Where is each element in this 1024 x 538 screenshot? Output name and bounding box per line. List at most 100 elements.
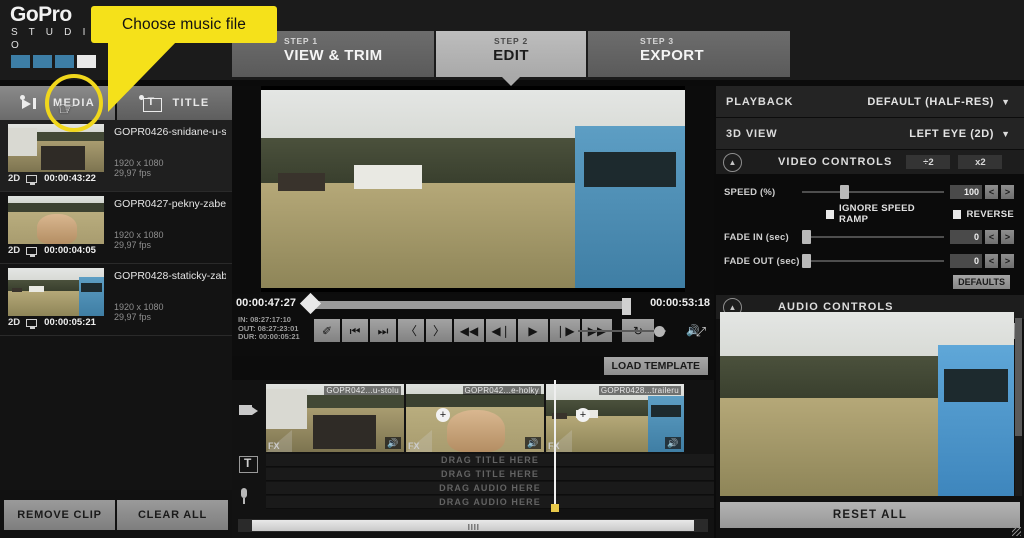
fade-in-slider[interactable]	[802, 230, 944, 244]
fade-out-label: FADE OUT (sec)	[724, 255, 800, 267]
collapse-icon[interactable]: ▲	[723, 153, 742, 172]
playhead-handle[interactable]	[299, 292, 322, 315]
clip-audio-icon[interactable]: 🔊	[525, 437, 541, 449]
video-controls-header[interactable]: ▲ VIDEO CONTROLS ÷2 x2	[716, 150, 1024, 174]
clip-transition-handle[interactable]: +	[576, 408, 590, 422]
timeline-clip[interactable]: GOPR042...u-stolu FX 🔊	[266, 384, 404, 452]
fade-in-slider-knob[interactable]	[802, 230, 811, 244]
reverse-checkbox[interactable]	[953, 209, 962, 219]
scrubber-end-handle[interactable]	[622, 298, 631, 315]
speed-checkbox-row: IGNORE SPEED RAMP REVERSE	[724, 203, 1014, 225]
timeline-horizontal-scrollbar[interactable]	[238, 519, 708, 532]
fade-in-decrement-button[interactable]: <	[985, 230, 998, 244]
step-back-button[interactable]: ◀❘	[486, 319, 516, 342]
fade-in-label: FADE IN (sec)	[724, 231, 789, 243]
volume-knob[interactable]	[654, 326, 665, 337]
fx-badge[interactable]: FX	[408, 441, 420, 451]
fade-out-slider-knob[interactable]	[802, 254, 811, 268]
timeline-clip-selected[interactable]: GOPR0428...traileru FX 🔊	[546, 384, 684, 452]
step-export[interactable]: STEP 3 EXPORT	[588, 31, 790, 77]
go-to-out-button[interactable]: ⏭	[370, 319, 396, 342]
callout-tail	[108, 40, 178, 112]
ignore-speed-ramp-checkbox[interactable]	[826, 209, 835, 219]
set-out-button[interactable]: 〉	[426, 319, 452, 342]
scrollbar-thumb[interactable]	[1015, 318, 1022, 436]
timeline-clip[interactable]: GOPR042...e-holky FX 🔊	[406, 384, 544, 452]
logo-square-1	[11, 55, 30, 68]
fade-in-increment-button[interactable]: >	[1001, 230, 1014, 244]
speed-slider[interactable]	[802, 185, 944, 199]
timeline-clip-label: GOPR042...u-stolu	[324, 386, 401, 395]
clear-all-button[interactable]: CLEAR ALL	[117, 500, 228, 530]
playback-setting-row[interactable]: PLAYBACK DEFAULT (HALF-RES) ▼	[716, 86, 1024, 118]
scrubber-track[interactable]	[299, 292, 631, 315]
clip-thumbnail: 2D 00:00:05:21	[8, 268, 104, 330]
fade-out-decrement-button[interactable]: <	[985, 254, 998, 268]
volume-slider[interactable]: 🔊	[578, 325, 700, 337]
defaults-button[interactable]: DEFAULTS	[953, 275, 1010, 289]
drag-audio-row-1[interactable]: DRAG AUDIO HERE	[266, 482, 714, 495]
clip-transition-handle[interactable]: +	[436, 408, 450, 422]
preset-vertical-scrollbar[interactable]	[1015, 312, 1022, 496]
3d-view-setting-row[interactable]: 3D VIEW LEFT EYE (2D) ▼	[716, 118, 1024, 150]
timeline: T GOPR042...u-stolu FX 🔊 + GOPR042...e-h…	[232, 380, 714, 538]
reset-all-button[interactable]: RESET ALL	[720, 502, 1020, 528]
fullscreen-icon[interactable]: ⤢	[696, 324, 706, 340]
media-clip-list[interactable]: 2D 00:00:43:22 GOPR0426-snidane-u-st... …	[0, 120, 232, 490]
scrubber-row: 00:00:47:27 00:00:53:18	[232, 292, 714, 316]
playback-label: PLAYBACK	[726, 95, 794, 108]
rewind-button[interactable]: ◀◀	[454, 319, 484, 342]
drag-audio-row-2[interactable]: DRAG AUDIO HERE	[266, 496, 714, 509]
speed-decrement-button[interactable]: <	[985, 185, 998, 199]
speed-value-field[interactable]: 100	[950, 185, 982, 199]
video-track[interactable]: GOPR042...u-stolu FX 🔊 + GOPR042...e-hol…	[266, 384, 714, 452]
monitor-icon	[26, 246, 38, 257]
go-to-in-button[interactable]: ⏮	[342, 319, 368, 342]
step-edit[interactable]: STEP 2 EDIT	[436, 31, 586, 86]
fade-out-control: FADE OUT (sec) 0 < >	[724, 251, 1014, 271]
media-panel-buttons: REMOVE CLIP CLEAR ALL	[4, 500, 228, 530]
transport-controls: 00:00:47:27 00:00:53:18 IN: 08:27:17:10 …	[232, 292, 714, 356]
clip-duration: 00:00:43:22	[44, 173, 96, 184]
drag-title-row-1[interactable]: DRAG TITLE HERE	[266, 454, 714, 467]
video-controls-title: VIDEO CONTROLS	[778, 156, 893, 168]
timeline-clip-label: GOPR042...e-holky	[462, 386, 541, 395]
load-template-button[interactable]: LOAD TEMPLATE	[603, 357, 708, 375]
fade-out-slider[interactable]	[802, 254, 944, 268]
fade-out-value-field[interactable]: 0	[950, 254, 982, 268]
clip-name: GOPR0427-pekny-zaber...	[114, 198, 226, 210]
clip-name: GOPR0426-snidane-u-st...	[114, 126, 226, 138]
clip-framerate: 29,97 fps	[114, 168, 152, 178]
marker-button[interactable]: ✐	[314, 319, 340, 342]
drag-title-row-2[interactable]: DRAG TITLE HERE	[266, 468, 714, 481]
set-in-button[interactable]: 〈	[398, 319, 424, 342]
media-list-item[interactable]: 2D 00:00:43:22 GOPR0426-snidane-u-st... …	[0, 120, 232, 192]
fade-out-increment-button[interactable]: >	[1001, 254, 1014, 268]
clip-audio-icon[interactable]: 🔊	[385, 437, 401, 449]
step-3-number: STEP 3	[640, 36, 674, 46]
fade-in-value-field[interactable]: 0	[950, 230, 982, 244]
media-list-item[interactable]: 2D 00:00:04:05 GOPR0427-pekny-zaber... 1…	[0, 192, 232, 264]
resize-grip[interactable]	[1012, 527, 1021, 536]
chevron-down-icon[interactable]: ▼	[1001, 129, 1010, 139]
preset-item[interactable]	[720, 312, 1014, 496]
double-speed-button[interactable]: x2	[958, 155, 1003, 169]
play-button[interactable]: ▶	[518, 319, 548, 342]
video-preview[interactable]	[261, 86, 685, 292]
preset-grid[interactable]: none Protune 1970s 4x3 Center Crop	[720, 312, 1014, 496]
clip-audio-icon[interactable]: 🔊	[665, 437, 681, 449]
scrollbar-grip	[468, 524, 479, 530]
timeline-playhead[interactable]	[551, 380, 558, 512]
chevron-down-icon[interactable]: ▼	[1001, 97, 1010, 107]
speed-increment-button[interactable]: >	[1001, 185, 1014, 199]
ignore-speed-ramp-label: IGNORE SPEED RAMP	[839, 203, 915, 225]
fx-badge[interactable]: FX	[268, 441, 280, 451]
half-speed-button[interactable]: ÷2	[906, 155, 951, 169]
remove-clip-button[interactable]: REMOVE CLIP	[4, 500, 115, 530]
step-forward-button[interactable]: ❘▶	[550, 319, 580, 342]
current-time: 00:00:47:27	[236, 297, 296, 309]
media-panel: MEDIA TITLE 2D 00:00:43:22 GOPR0426-	[0, 86, 232, 538]
media-list-item[interactable]: 2D 00:00:05:21 GOPR0428-staticky-zab... …	[0, 264, 232, 336]
scrollbar-thumb[interactable]	[252, 520, 694, 531]
speed-slider-knob[interactable]	[840, 185, 850, 199]
